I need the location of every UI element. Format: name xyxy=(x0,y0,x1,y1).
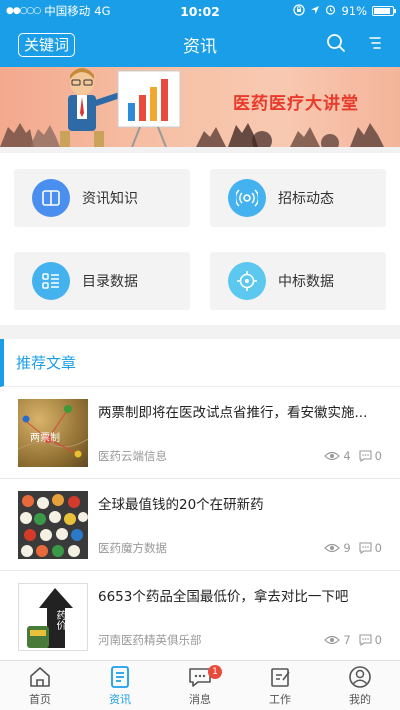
article-thumbnail: 药价 xyxy=(18,583,88,651)
tab-work[interactable]: 工作 xyxy=(240,661,320,710)
article-meta: 医药魔方数据 9 0 xyxy=(98,540,382,556)
nav-actions xyxy=(326,33,382,57)
comment-icon xyxy=(359,450,372,462)
article-source: 医药魔方数据 xyxy=(98,541,167,555)
article-thumbnail xyxy=(18,491,88,559)
eye-icon xyxy=(324,543,341,553)
battery-fill xyxy=(374,8,391,14)
tab-profile[interactable]: 我的 xyxy=(320,661,400,710)
tab-label: 我的 xyxy=(349,692,371,706)
eye-icon xyxy=(324,451,341,461)
comment-count: 0 xyxy=(359,633,382,647)
thumbnail-caption: 药价 xyxy=(54,610,65,630)
view-count: 9 xyxy=(324,541,351,555)
status-left: ●●○○○ 中国移动 4G xyxy=(6,3,293,19)
article-body: 6653个药品全国最低价，拿去对比一下吧 河南医药精英俱乐部 7 0 xyxy=(98,583,382,650)
eye-icon xyxy=(324,635,341,645)
menu-item-news-knowledge[interactable]: 资讯知识 xyxy=(14,169,190,227)
article-body: 两票制即将在医改试点省推行，看安徽实施... 医药云端信息 4 0 xyxy=(98,399,382,466)
article-title: 6653个药品全国最低价，拿去对比一下吧 xyxy=(98,589,349,605)
battery-percent: 91% xyxy=(341,4,367,18)
article-title: 两票制即将在医改试点省推行，看安徽实施... xyxy=(98,405,368,421)
menu-item-catalog-data[interactable]: 目录数据 xyxy=(14,252,190,310)
menu-icon[interactable] xyxy=(368,35,382,54)
article-item[interactable]: 全球最值钱的20个在研新药 医药魔方数据 9 0 xyxy=(0,479,400,571)
tab-messages[interactable]: 1 消息 xyxy=(160,661,240,710)
comment-count-value: 0 xyxy=(374,449,382,463)
comment-count-value: 0 xyxy=(374,633,382,647)
view-count: 7 xyxy=(324,633,351,647)
category-menu: 资讯知识 招标动态 目录数据 中标数据 xyxy=(0,153,400,325)
pills-image xyxy=(20,494,88,557)
comment-count-value: 0 xyxy=(374,541,382,555)
signal-strength: ●●○○○ xyxy=(6,6,41,16)
view-count-value: 9 xyxy=(343,541,351,555)
battery-icon xyxy=(372,6,396,16)
bottom-tab-bar: 首页 资讯 1 消息 工作 我的 xyxy=(0,660,400,710)
article-item[interactable]: 药价 6653个药品全国最低价，拿去对比一下吧 河南医药精英俱乐部 7 0 xyxy=(0,571,400,663)
profile-icon xyxy=(348,665,372,689)
location-icon xyxy=(310,4,320,18)
tab-news[interactable]: 资讯 xyxy=(80,661,160,710)
list-icon xyxy=(32,262,70,300)
article-source: 河南医药精英俱乐部 xyxy=(98,633,202,647)
status-right: 91% xyxy=(293,3,396,19)
article-meta: 医药云端信息 4 0 xyxy=(98,448,382,464)
alarm-icon xyxy=(325,4,336,18)
article-meta: 河南医药精英俱乐部 7 0 xyxy=(98,632,382,648)
status-bar: ●●○○○ 中国移动 4G 10:02 91% xyxy=(0,0,400,22)
broadcast-icon xyxy=(228,179,266,217)
work-icon xyxy=(269,665,291,689)
thumbnail-caption: 两票制 xyxy=(30,433,60,444)
promo-banner[interactable]: 医药医疗大讲堂 xyxy=(0,67,400,147)
tab-label: 消息 xyxy=(189,692,211,706)
comment-icon xyxy=(359,542,372,554)
section-title: 推荐文章 xyxy=(0,339,400,387)
unread-badge: 1 xyxy=(208,665,222,679)
view-count: 4 xyxy=(324,449,351,463)
menu-label: 目录数据 xyxy=(82,274,138,290)
target-icon xyxy=(228,262,266,300)
tab-label: 资讯 xyxy=(109,692,131,706)
recommended-section: 推荐文章 两票制 两票制即将在医改试点省推行，看安徽实施... 医药云端信息 4 xyxy=(0,339,400,663)
article-body: 全球最值钱的20个在研新药 医药魔方数据 9 0 xyxy=(98,491,382,558)
comment-count: 0 xyxy=(359,449,382,463)
view-count-value: 7 xyxy=(343,633,351,647)
news-icon xyxy=(109,665,131,689)
carrier-name: 中国移动 xyxy=(44,4,91,18)
comment-count: 0 xyxy=(359,541,382,555)
app-header: ●●○○○ 中国移动 4G 10:02 91% 关键词 资讯 xyxy=(0,0,400,67)
search-icon[interactable] xyxy=(326,33,346,57)
menu-label: 招标动态 xyxy=(278,191,334,207)
rotation-lock-icon xyxy=(293,3,306,19)
article-thumbnail: 两票制 xyxy=(18,399,88,467)
home-icon xyxy=(28,665,52,689)
menu-item-winning-bid-data[interactable]: 中标数据 xyxy=(210,252,386,310)
book-icon xyxy=(32,179,70,217)
tab-label: 首页 xyxy=(29,692,51,706)
tab-home[interactable]: 首页 xyxy=(0,661,80,710)
comment-icon xyxy=(359,634,372,646)
menu-item-bidding-news[interactable]: 招标动态 xyxy=(210,169,386,227)
menu-label: 资讯知识 xyxy=(82,191,138,207)
view-count-value: 4 xyxy=(343,449,351,463)
article-source: 医药云端信息 xyxy=(98,449,167,463)
tab-label: 工作 xyxy=(269,692,291,706)
keyword-button[interactable]: 关键词 xyxy=(18,32,76,57)
article-item[interactable]: 两票制 两票制即将在医改试点省推行，看安徽实施... 医药云端信息 4 0 xyxy=(0,387,400,479)
banner-title: 医药医疗大讲堂 xyxy=(233,94,359,114)
menu-label: 中标数据 xyxy=(278,274,334,290)
nav-bar: 关键词 资讯 xyxy=(0,22,400,67)
network-type: 4G xyxy=(94,4,111,18)
article-title: 全球最值钱的20个在研新药 xyxy=(98,497,264,513)
